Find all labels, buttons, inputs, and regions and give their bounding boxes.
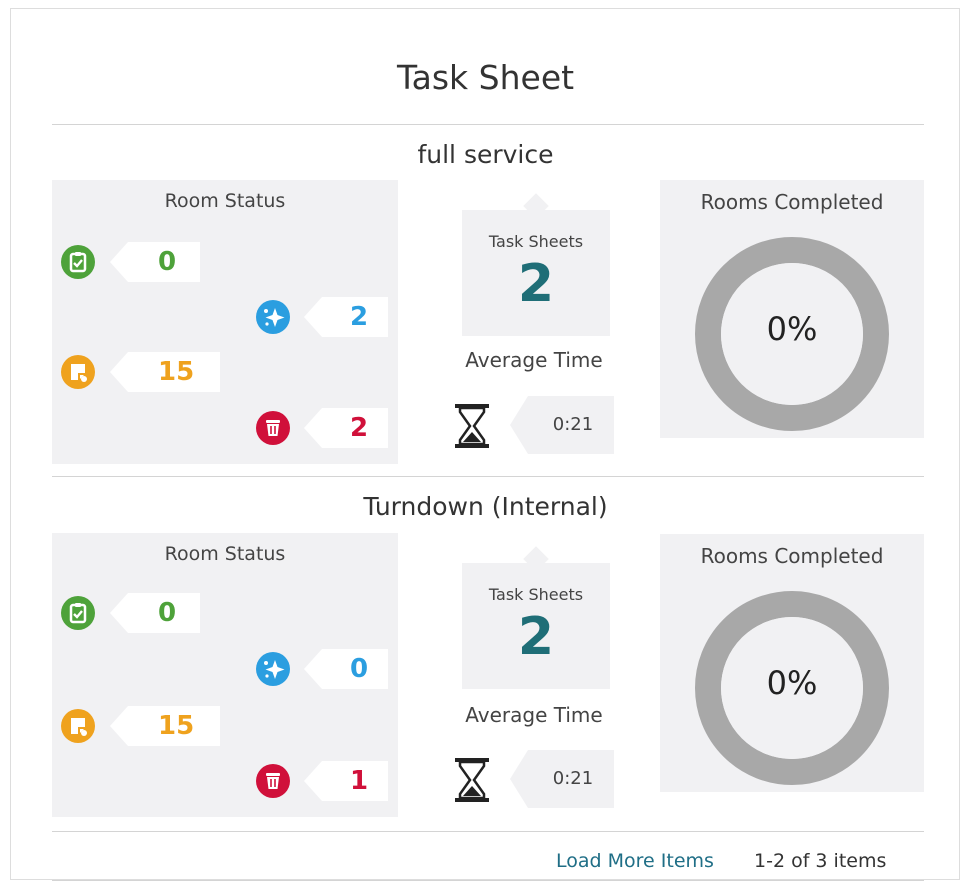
dirty-count-pill: 15 [110, 352, 220, 392]
average-time-label: Average Time [465, 348, 603, 372]
task-sheets-label: Task Sheets [488, 585, 584, 604]
clean-count: 0 [158, 598, 177, 628]
rooms-completed-percent: 0% [766, 664, 818, 702]
page-title: Task Sheet [396, 58, 575, 97]
clean-count: 0 [158, 247, 177, 277]
dirty-count-pill: 15 [110, 706, 220, 746]
sparkle-icon [256, 652, 290, 686]
load-more-link[interactable]: Load More Items [556, 850, 714, 872]
task-sheets-count: 2 [517, 254, 555, 314]
hourglass-icon [455, 758, 489, 802]
out-of-order-count-pill: 2 [304, 408, 388, 448]
out-of-order-count-pill: 1 [304, 761, 388, 801]
hourglass-icon [455, 404, 489, 448]
rooms-completed-percent: 0% [766, 310, 818, 348]
out-of-order-count: 2 [350, 413, 369, 443]
dirty-count: 15 [158, 711, 195, 741]
rooms-completed-panel: Rooms Completed 0% [660, 180, 924, 438]
divider [52, 831, 924, 832]
task-sheets-label: Task Sheets [488, 232, 584, 251]
rooms-completed-label: Rooms Completed [700, 190, 884, 214]
section-title: Turndown (Internal) [363, 492, 608, 521]
sparkle-icon [256, 300, 290, 334]
clipboard-check-icon [61, 245, 95, 279]
inspected-count: 0 [350, 654, 369, 684]
room-status-label: Room Status [164, 190, 286, 212]
clean-count-pill: 0 [110, 242, 200, 282]
clean-count-pill: 0 [110, 593, 200, 633]
room-status-panel: Room Status 0 2 15 2 [52, 180, 398, 464]
room-status-label: Room Status [164, 543, 286, 565]
clipboard-check-icon [61, 596, 95, 630]
divider [52, 476, 924, 477]
dirty-room-icon [61, 355, 95, 389]
task-sheets-panel: Task Sheets 2 [462, 563, 610, 689]
rooms-completed-panel: Rooms Completed 0% [660, 534, 924, 792]
divider [52, 880, 924, 881]
average-time-value: 0:21 [552, 768, 594, 789]
trash-icon [256, 764, 290, 798]
average-time-pill: 0:21 [510, 396, 614, 454]
divider [52, 124, 924, 125]
section-title: full service [417, 140, 554, 169]
average-time-label: Average Time [465, 703, 603, 727]
room-status-panel: Room Status 0 0 15 1 [52, 533, 398, 817]
trash-icon [256, 411, 290, 445]
dirty-count: 15 [158, 357, 195, 387]
average-time-value: 0:21 [552, 414, 594, 435]
task-sheets-count: 2 [517, 607, 555, 667]
out-of-order-count: 1 [350, 766, 369, 796]
average-time-pill: 0:21 [510, 750, 614, 808]
pagination-count: 1-2 of 3 items [754, 850, 887, 872]
inspected-count-pill: 2 [304, 297, 388, 337]
task-sheets-panel: Task Sheets 2 [462, 210, 610, 336]
inspected-count-pill: 0 [304, 649, 388, 689]
inspected-count: 2 [350, 302, 369, 332]
dirty-room-icon [61, 709, 95, 743]
rooms-completed-label: Rooms Completed [700, 544, 884, 568]
